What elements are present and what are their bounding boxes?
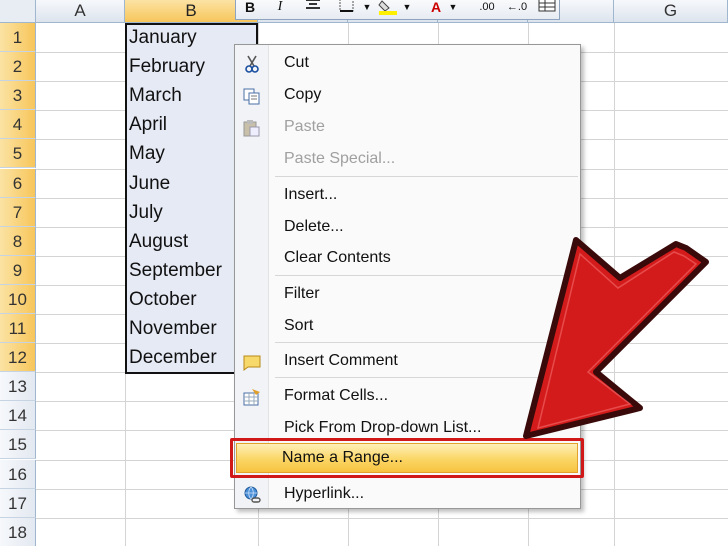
pointer-arrow [523,237,709,439]
arrow-shape [523,237,709,439]
